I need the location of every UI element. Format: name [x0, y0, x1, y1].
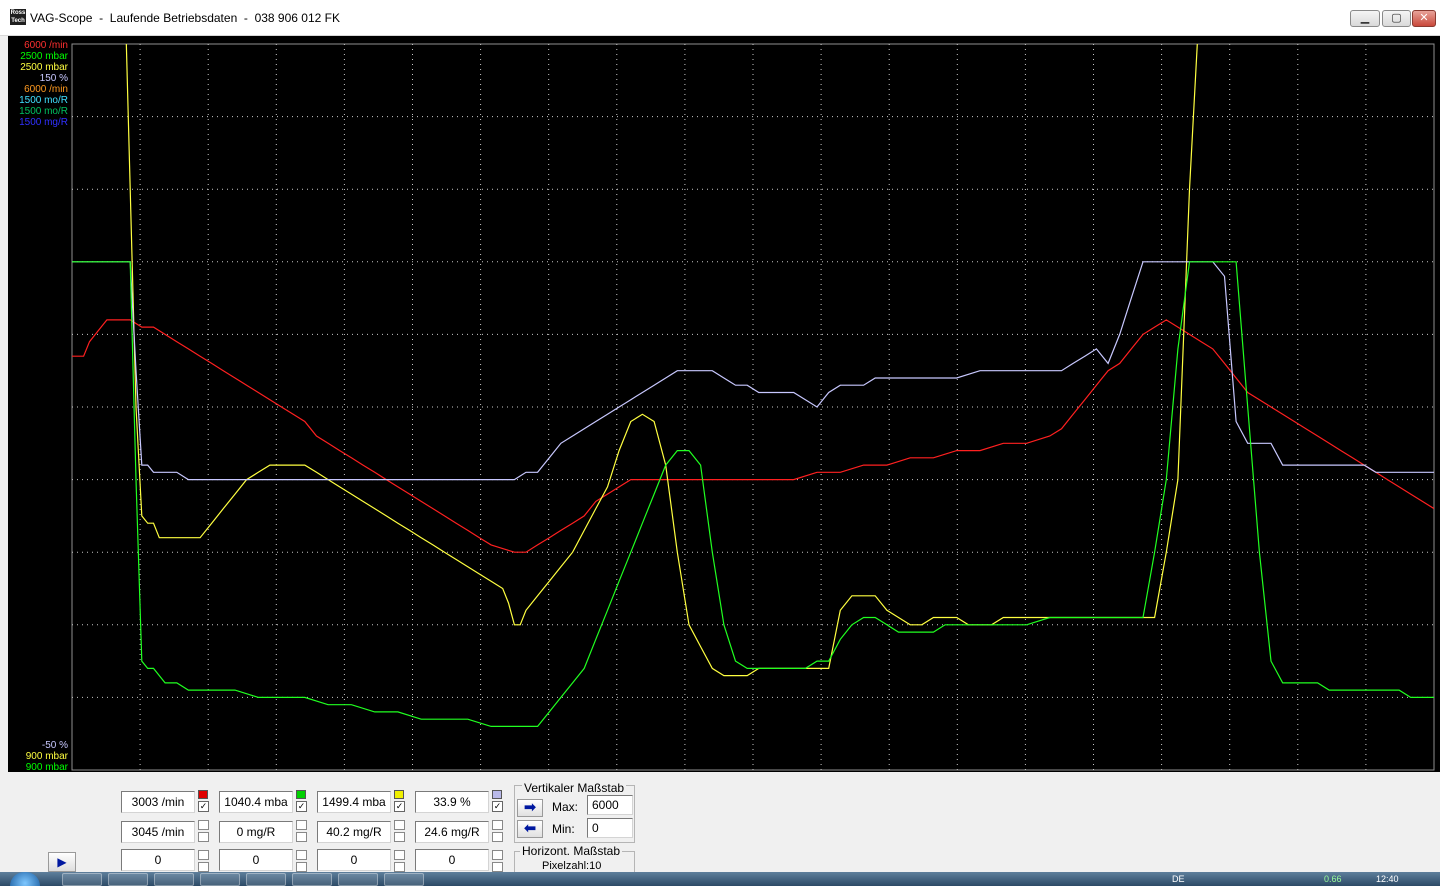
search-taskbar-icon[interactable]	[246, 873, 286, 886]
channel-4-value: 33.9 %	[415, 791, 489, 813]
firefox-taskbar-icon[interactable]	[200, 873, 240, 886]
cpu-indicator: 0.66	[1324, 874, 1342, 884]
channel-4-value3: 0	[415, 849, 489, 871]
channel-2-option-checkbox[interactable]	[296, 862, 307, 872]
channel-2-value: 1040.4 mba	[219, 791, 293, 813]
channel-4-option-checkbox[interactable]	[492, 832, 503, 842]
channel-3-option-checkbox[interactable]	[394, 862, 405, 872]
title-bar: Ross Tech VAG-Scope - Laufende Betriebsd…	[0, 0, 1440, 36]
channel-3-value3: 0	[317, 849, 391, 871]
scope-display: 6000 /min 2500 mbar 2500 mbar 150 % 6000 /mi…	[8, 36, 1440, 773]
channel-1-checkbox[interactable]: ✓	[198, 801, 209, 812]
channel-3-option-checkbox[interactable]	[394, 832, 405, 842]
channel-3-option-checkbox[interactable]	[394, 820, 405, 830]
start-button[interactable]	[10, 872, 40, 886]
folder-taskbar-icon[interactable]	[154, 873, 194, 886]
scale-max-label: 1500 mg/R	[19, 117, 68, 128]
scale-max-label: 1500 mo/R	[19, 95, 68, 106]
control-panel: 3003 /min 3045 /min 0 ✓ 1040.4 mba 0 mg/R 0 ✓ 14…	[0, 772, 1440, 881]
scale-min-label: 900 mbar	[25, 751, 68, 762]
channel-1-value2: 3045 /min	[121, 821, 195, 843]
scale-min-label: -50 %	[41, 740, 68, 751]
channel-4-option-checkbox[interactable]	[492, 862, 503, 872]
channel-3-value: 1499.4 mba	[317, 791, 391, 813]
channel-1-option-checkbox[interactable]	[198, 862, 209, 872]
channel-4-checkbox[interactable]: ✓	[492, 801, 503, 812]
pixel-count-label: Pixelzahl:10	[542, 860, 602, 872]
channel-1-value3: 0	[121, 849, 195, 871]
play-button[interactable]: ▶	[48, 852, 76, 872]
excel-taskbar-icon[interactable]	[62, 873, 102, 886]
vcds-taskbar-icon[interactable]	[338, 873, 378, 886]
channel-2-value2: 0 mg/R	[219, 821, 293, 843]
app-taskbar-icon[interactable]	[292, 873, 332, 886]
channel-1-value: 3003 /min	[121, 791, 195, 813]
vagscope-taskbar-icon[interactable]	[384, 873, 424, 886]
language-indicator[interactable]: DE	[1172, 874, 1185, 884]
scale-down-button[interactable]: ⬅	[517, 820, 543, 838]
horizontal-scale-title: Horizont. Maßstab	[520, 844, 623, 858]
channel-2-checkbox[interactable]: ✓	[296, 801, 307, 812]
word-taskbar-icon[interactable]	[108, 873, 148, 886]
channel-4-option-checkbox[interactable]	[492, 850, 503, 860]
scope-chart	[71, 43, 1435, 771]
channel-1-color-swatch[interactable]	[198, 790, 208, 799]
channel-1-option-checkbox[interactable]	[198, 850, 209, 860]
scale-max-label: 150 %	[39, 73, 68, 84]
channel-3-value2: 40.2 mg/R	[317, 821, 391, 843]
minimize-button[interactable]: ▁	[1350, 10, 1380, 27]
channel-2-option-checkbox[interactable]	[296, 832, 307, 842]
min-input[interactable]: 0	[587, 818, 633, 838]
vertical-scale-title: Vertikaler Maßstab	[522, 781, 627, 795]
channel-2-option-checkbox[interactable]	[296, 820, 307, 830]
channel-2-option-checkbox[interactable]	[296, 850, 307, 860]
maximize-button[interactable]: ▢	[1382, 10, 1411, 27]
scale-max-label: 1500 mo/R	[19, 106, 68, 117]
scale-max-label: 6000 /min	[24, 40, 68, 51]
max-input[interactable]: 6000	[587, 795, 633, 815]
scale-up-button[interactable]: ➡	[517, 799, 543, 817]
channel-3-color-swatch[interactable]	[394, 790, 404, 799]
window-title: VAG-Scope - Laufende Betriebsdaten - 038…	[30, 11, 340, 25]
close-button[interactable]: ✕	[1412, 10, 1436, 27]
channel-4-option-checkbox[interactable]	[492, 820, 503, 830]
min-label: Min:	[552, 822, 575, 836]
channel-2-color-swatch[interactable]	[296, 790, 306, 799]
channel-3-option-checkbox[interactable]	[394, 850, 405, 860]
scale-max-label: 2500 mbar	[20, 62, 68, 73]
channel-1-option-checkbox[interactable]	[198, 832, 209, 842]
max-label: Max:	[552, 800, 579, 814]
channel-4-value2: 24.6 mg/R	[415, 821, 489, 843]
channel-2-value3: 0	[219, 849, 293, 871]
channel-3-checkbox[interactable]: ✓	[394, 801, 405, 812]
channel-4-color-swatch[interactable]	[492, 790, 502, 799]
taskbar: DE 0.66 12:40	[0, 872, 1440, 886]
channel-1-option-checkbox[interactable]	[198, 820, 209, 830]
app-icon[interactable]: Ross Tech	[10, 9, 26, 25]
clock[interactable]: 12:40	[1376, 874, 1399, 884]
scale-max-label: 2500 mbar	[20, 51, 68, 62]
scale-max-label: 6000 /min	[24, 84, 68, 95]
